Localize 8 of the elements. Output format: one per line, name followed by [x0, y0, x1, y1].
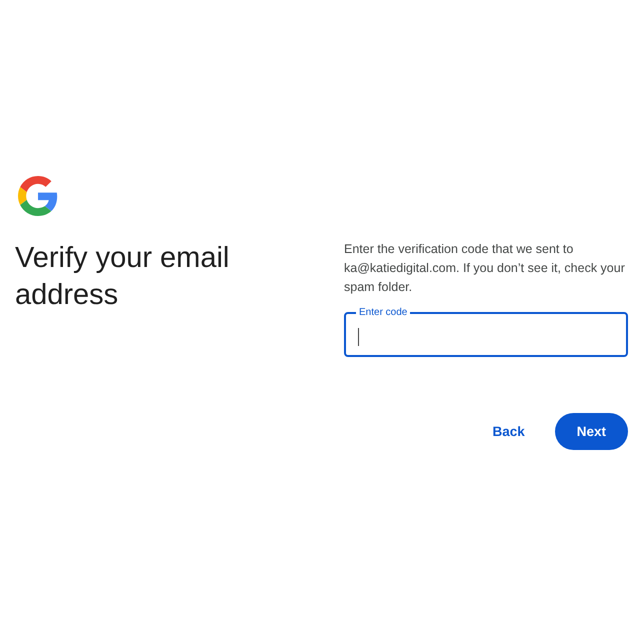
field-label: Enter code — [358, 307, 408, 318]
logo-icon — [18, 176, 58, 216]
instruction-text: Enter the verification code that we sent to ka@katiedigital.com. If you don’t see it, check your spam folder. — [344, 241, 626, 296]
page-heading: Verify your email address — [15, 241, 230, 313]
text-cursor — [358, 328, 359, 346]
back-button[interactable]: Back — [480, 413, 537, 450]
next-button[interactable]: Next — [554, 413, 628, 450]
code-field[interactable]: Enter code — [344, 307, 628, 357]
